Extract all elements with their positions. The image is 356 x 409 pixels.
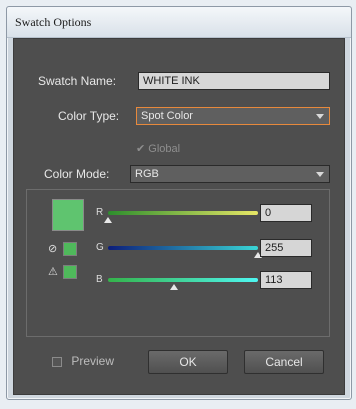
r-slider-thumb[interactable] [104, 217, 112, 223]
out-of-gamut-warning-icon: ⚠ [48, 266, 58, 278]
channel-label-r: R [96, 207, 104, 218]
ok-button[interactable]: OK [148, 350, 228, 374]
cancel-button[interactable]: Cancel [244, 350, 324, 374]
global-label: Global [148, 143, 181, 155]
b-slider-track[interactable] [108, 278, 258, 282]
swatch-name-label: Swatch Name: [38, 74, 117, 88]
color-type-dropdown[interactable]: Spot Color [136, 107, 330, 125]
chevron-down-icon [316, 114, 324, 119]
dialog-title: Swatch Options [15, 15, 92, 29]
g-slider-track[interactable] [108, 246, 258, 250]
swatch-name-field[interactable]: White Ink [138, 72, 330, 90]
r-value-field[interactable]: 0 [260, 204, 312, 222]
color-preview-swatch [52, 199, 84, 231]
r-slider-track[interactable] [108, 211, 258, 215]
channel-label-g: G [96, 242, 104, 253]
global-checkbox[interactable]: ✔ Global [136, 142, 180, 155]
in-gamut-swatch[interactable] [63, 265, 77, 279]
b-slider-thumb[interactable] [170, 284, 179, 290]
channel-label-b: B [96, 274, 103, 285]
dialog-content: Swatch Name: White Ink Color Type: Spot … [13, 38, 345, 395]
color-type-label: Color Type: [58, 109, 120, 123]
color-mode-value: RGB [135, 168, 159, 180]
color-type-value: Spot Color [141, 110, 193, 122]
chevron-down-icon [316, 172, 324, 177]
preview-checkbox[interactable]: Preview [52, 354, 114, 368]
g-value-field[interactable]: 255 [260, 239, 312, 257]
color-mode-label: Color Mode: [44, 167, 110, 181]
title-bar[interactable]: Swatch Options [7, 7, 351, 38]
out-of-web-color-icon: ⊘ [48, 243, 58, 255]
checkmark-icon: ✔ [136, 143, 146, 155]
web-safe-swatch[interactable] [63, 242, 77, 256]
swatch-options-dialog: Swatch Options Swatch Name: White Ink Co… [6, 6, 352, 400]
preview-label: Preview [71, 354, 115, 368]
preview-checkbox-box[interactable] [52, 356, 62, 367]
b-value-field[interactable]: 113 [260, 271, 312, 289]
color-mode-dropdown[interactable]: RGB [130, 165, 330, 183]
